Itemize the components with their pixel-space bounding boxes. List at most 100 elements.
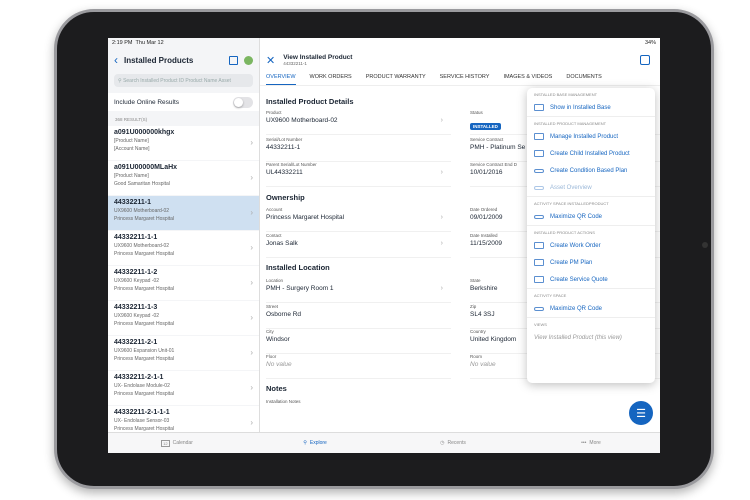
field-account[interactable]: Account Princess Margaret Hospital › — [266, 207, 451, 232]
field-parent[interactable]: Parent Serial/Lot Number UL44332211 › — [266, 162, 451, 187]
item-account: Princess Margaret Hospital — [114, 251, 175, 257]
menu-item-label: View Installed Product (this view) — [534, 334, 622, 341]
search-icon: ⚲ — [303, 440, 307, 446]
menu-maximize-qr-2[interactable]: Maximize QR Code — [527, 300, 655, 317]
list-item[interactable]: 44332211-1 UX9600 Motherboard-02 Princess … — [108, 196, 259, 230]
action-icon — [534, 150, 544, 157]
item-product: UX9600 Expansion Unit-01 — [114, 348, 175, 354]
cloud-sync-icon[interactable] — [244, 55, 253, 65]
field-product[interactable]: Product UX9600 Motherboard-02 › — [266, 110, 451, 135]
menu-header: VIEWS — [527, 317, 655, 329]
chevron-right-icon: › — [250, 313, 253, 322]
field-floor: Floor No value — [266, 354, 451, 379]
field-label: Parent Serial/Lot Number — [266, 162, 317, 167]
item-account: Princess Margaret Hospital — [114, 356, 175, 362]
tab-images-videos[interactable]: IMAGES & VIDEOS — [503, 71, 552, 85]
field-contact[interactable]: Contact Jonas Salk › — [266, 233, 451, 258]
menu-header: ACTIVITY SPACE INSTALLEDPRODUCT — [527, 196, 655, 208]
menu-header: ACTIVITY SPACE — [527, 288, 655, 300]
copy-icon[interactable] — [640, 55, 650, 65]
list-item[interactable]: 44332211-1-3 UX9600 Keypad -02 Princess Ma… — [108, 301, 259, 335]
item-account: Good Samaritan Hospital — [114, 181, 170, 187]
item-account: Princess Margaret Hospital — [114, 216, 175, 222]
search-input[interactable]: ⚲ Search Installed Product ID Product Na… — [114, 74, 253, 87]
field-value: Princess Margaret Hospital — [266, 214, 345, 221]
menu-manage-installed-product[interactable]: Manage Installed Product — [527, 128, 655, 145]
tab-product-warranty[interactable]: PRODUCT WARRANTY — [366, 71, 426, 85]
tab-documents[interactable]: DOCUMENTS — [566, 71, 601, 85]
item-account: [Account Name] — [114, 146, 150, 152]
tab-recents[interactable]: ◷ Recents — [384, 433, 522, 453]
list-item[interactable]: 44332211-1-2 UX9600 Keypad -02 Princess Ma… — [108, 266, 259, 300]
menu-item-label: Create Work Order — [550, 242, 601, 249]
item-id: 44332211-1-1 — [114, 234, 158, 241]
item-id: 44332211-1 — [114, 199, 151, 206]
menu-item-label: Show in Installed Base — [550, 104, 611, 111]
more-icon: ••• — [581, 440, 587, 446]
list-item[interactable]: a091U00000MLaHx [Product Name] Good Samari… — [108, 161, 259, 195]
menu-create-condition-plan[interactable]: Create Condition Based Plan — [527, 162, 655, 179]
menu-create-child[interactable]: Create Child Installed Product — [527, 145, 655, 162]
include-online-toggle[interactable] — [233, 96, 253, 108]
back-button[interactable]: ‹ — [114, 53, 118, 67]
item-id: a091U000000khgx — [114, 129, 175, 136]
item-account: Princess Margaret Hospital — [114, 391, 175, 397]
field-label: City — [266, 329, 274, 334]
action-icon — [534, 242, 544, 249]
close-button[interactable]: ✕ — [266, 54, 275, 67]
bottom-tab-bar: 12 Calendar ⚲ Explore ◷ Recents ••• More — [108, 432, 660, 453]
item-id: 44332211-2-1-1-1 — [114, 409, 170, 416]
screen: ‹ Installed Products ⚲ Search Installed … — [108, 38, 660, 453]
tab-bar: OVERVIEW WORK ORDERS PRODUCT WARRANTY SERVI… — [260, 71, 660, 86]
action-icon — [534, 104, 544, 111]
tab-service-history[interactable]: SERVICE HISTORY — [440, 71, 490, 85]
new-document-icon[interactable] — [229, 55, 238, 65]
list-item[interactable]: 44332211-2-1 UX9600 Expansion Unit-01 Prin… — [108, 336, 259, 370]
chevron-right-icon: › — [250, 138, 253, 147]
chevron-right-icon: › — [440, 117, 443, 124]
field-value: UX9600 Motherboard-02 — [266, 117, 338, 124]
list-item[interactable]: a091U000000khgx [Product Name] [Account Na… — [108, 126, 259, 160]
tab-overview[interactable]: OVERVIEW — [266, 71, 296, 85]
field-value: UL44332211 — [266, 169, 303, 176]
field-value: Windsor — [266, 336, 290, 343]
field-value: No value — [266, 361, 292, 368]
item-id: 44332211-2-1-1 — [114, 374, 164, 381]
menu-show-installed-base[interactable]: Show in Installed Base — [527, 99, 655, 116]
include-online-label: Include Online Results — [114, 98, 180, 106]
menu-create-pm-plan[interactable]: Create PM Plan — [527, 254, 655, 271]
action-icon — [534, 168, 544, 173]
menu-item-label: Manage Installed Product — [550, 133, 619, 140]
field-city: City Windsor — [266, 329, 451, 354]
menu-current-view[interactable]: View Installed Product (this view) — [527, 329, 655, 346]
chevron-right-icon: › — [250, 418, 253, 427]
menu-asset-overview[interactable]: Asset Overview — [527, 179, 655, 196]
detail-subtitle: 44332211-1 — [283, 61, 307, 66]
tab-more[interactable]: ••• More — [522, 433, 660, 453]
clock-icon: ◷ — [440, 440, 445, 446]
item-product: UX9600 Keypad -02 — [114, 313, 160, 319]
tab-label: Recents — [447, 440, 466, 446]
product-list: a091U000000khgx [Product Name] [Account Na… — [108, 126, 259, 441]
chevron-right-icon: › — [250, 243, 253, 252]
list-item[interactable]: 44332211-2-1-1 UX- Endolase Module-02 Prin… — [108, 371, 259, 405]
menu-fab-button[interactable]: ☰ — [629, 401, 653, 425]
field-location[interactable]: Location PMH - Surgery Room 1 › — [266, 278, 451, 303]
section-notes: Notes — [266, 384, 287, 393]
chevron-right-icon: › — [440, 240, 443, 247]
tab-work-orders[interactable]: WORK ORDERS — [310, 71, 352, 85]
list-item[interactable]: 44332211-1-1 UX9600 Motherboard-02 Princes… — [108, 231, 259, 265]
menu-create-work-order[interactable]: Create Work Order — [527, 237, 655, 254]
tab-calendar[interactable]: 12 Calendar — [108, 433, 246, 453]
actions-menu: INSTALLED BASE MANAGEMENT Show in Instal… — [527, 88, 655, 383]
menu-item-label: Create PM Plan — [550, 259, 593, 266]
item-id: 44332211-2-1 — [114, 339, 158, 346]
battery-level: 34% — [644, 40, 656, 46]
field-label: Street — [266, 304, 279, 309]
menu-create-service-quote[interactable]: Create Service Quote — [527, 271, 655, 288]
field-label: Contact — [266, 233, 282, 238]
field-street: Street Osborne Rd — [266, 304, 451, 329]
menu-maximize-qr[interactable]: Maximize QR Code — [527, 208, 655, 225]
chevron-right-icon: › — [440, 214, 443, 221]
tab-explore[interactable]: ⚲ Explore — [246, 433, 384, 453]
